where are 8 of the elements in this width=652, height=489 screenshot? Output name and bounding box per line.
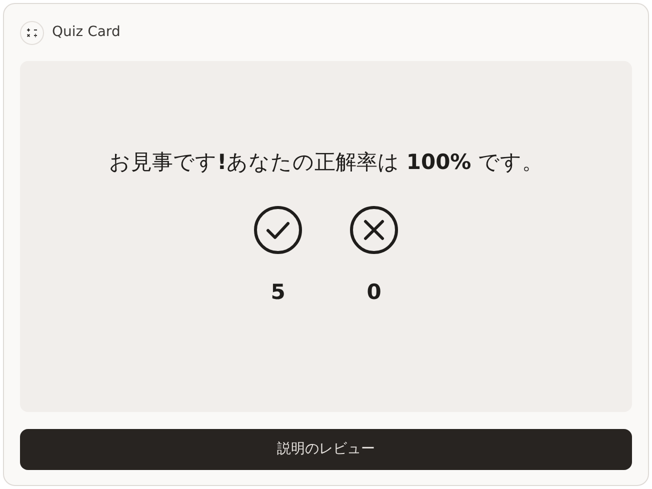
math-symbols-icon <box>20 20 44 44</box>
correct-count: 5 <box>270 278 286 306</box>
cross-circle-icon <box>349 204 399 254</box>
card-title: Quiz Card <box>52 23 120 42</box>
incorrect-count: 0 <box>366 278 382 306</box>
score-message: お見事です!あなたの正解率は 100% です。 <box>109 149 543 176</box>
check-circle-icon <box>253 204 303 254</box>
review-button[interactable]: 説明のレビュー <box>20 429 632 470</box>
